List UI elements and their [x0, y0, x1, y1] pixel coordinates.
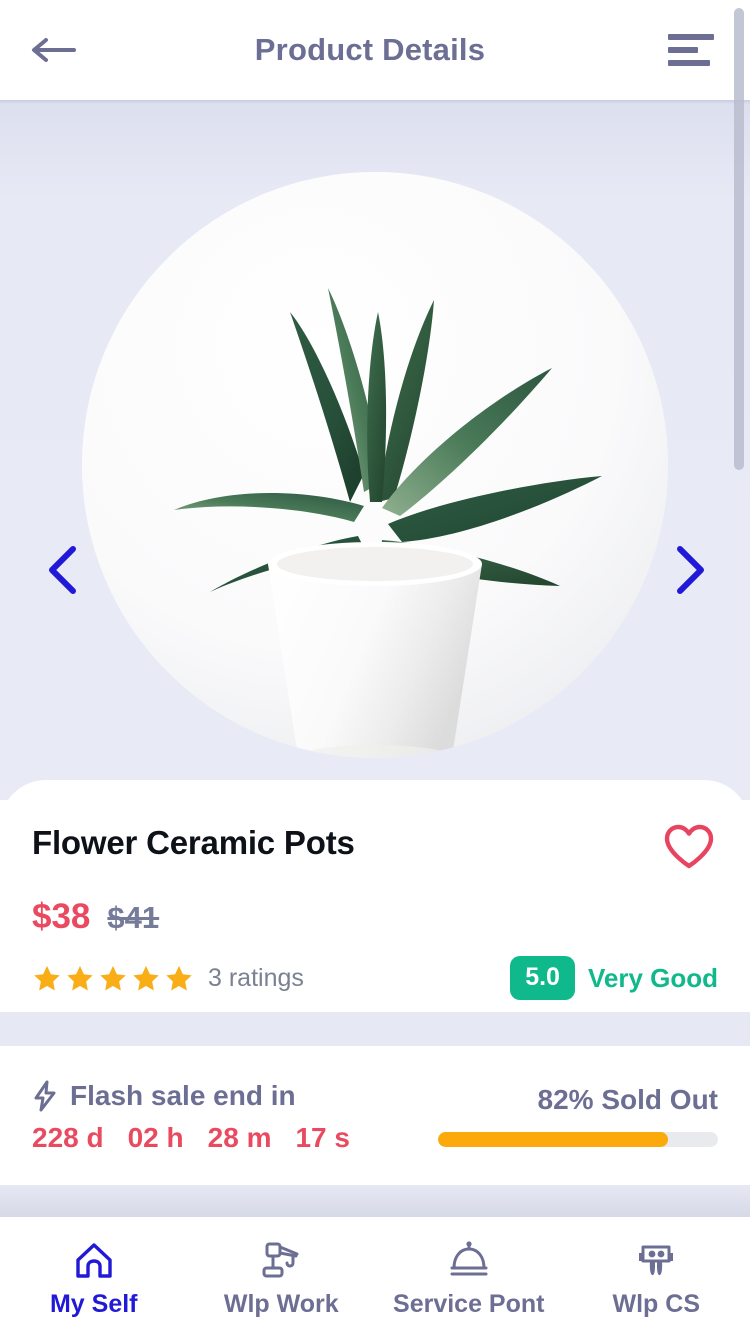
- home-icon: [72, 1239, 116, 1281]
- plant-illustration: [82, 172, 668, 758]
- score-label: Very Good: [587, 962, 718, 993]
- flash-sale-heading: Flash sale end in: [32, 1080, 350, 1112]
- star-icon: [67, 965, 93, 990]
- gallery-next-button[interactable]: [662, 542, 718, 598]
- chevron-right-icon: [677, 546, 704, 594]
- star-icon: [133, 965, 159, 990]
- service-bell-icon: [446, 1239, 492, 1281]
- flash-sale-section: Flash sale end in 228 d 02 h 28 m 17 s 8…: [0, 1046, 750, 1185]
- favorite-button[interactable]: [660, 820, 718, 874]
- page-title: Product Details: [254, 32, 486, 67]
- title-row: Flower Ceramic Pots: [32, 820, 718, 874]
- sold-out-progress: 82% Sold Out: [438, 1080, 718, 1185]
- star-rating: [32, 964, 194, 993]
- price-row: $38 $41: [32, 897, 718, 937]
- hamburger-line: [668, 60, 710, 66]
- countdown-days: 228 d: [32, 1122, 104, 1153]
- chevron-left-icon: [49, 546, 76, 594]
- product-details-screen: Product Details Flower Ceramic Pots $38 …: [0, 0, 750, 1334]
- progress-bar-fill: [438, 1132, 668, 1147]
- bottom-navigation: My Self Wlp Work Service Pont Wlp CS: [0, 1217, 750, 1334]
- product-image-gallery: [0, 100, 750, 800]
- countdown-minutes: 28 m: [207, 1122, 272, 1153]
- star-icon: [100, 965, 126, 990]
- app-header: Product Details: [0, 0, 750, 100]
- nav-item-wlp-work[interactable]: Wlp Work: [188, 1233, 376, 1319]
- flash-sale-label: Flash sale end in: [70, 1080, 296, 1111]
- score-badge: 5.0: [510, 956, 575, 1000]
- countdown: 228 d 02 h 28 m 17 s: [32, 1122, 350, 1154]
- lightning-bolt-icon: [34, 1080, 56, 1112]
- gallery-prev-button[interactable]: [34, 542, 90, 598]
- nav-label: Wlp CS: [612, 1289, 701, 1318]
- rating-row: 3 ratings 5.0 Very Good: [32, 956, 718, 1000]
- flash-sale-timer: Flash sale end in 228 d 02 h 28 m 17 s: [32, 1080, 350, 1185]
- star-icon: [166, 965, 192, 990]
- nav-label: My Self: [49, 1289, 138, 1318]
- hamburger-menu-button[interactable]: [664, 22, 720, 78]
- nav-item-service-pont[interactable]: Service Pont: [375, 1233, 563, 1319]
- bottom-gradient-band: [0, 1185, 750, 1217]
- nav-item-wlp-cs[interactable]: Wlp CS: [563, 1233, 750, 1319]
- current-price: $38: [32, 897, 91, 936]
- original-price: $41: [107, 900, 160, 935]
- countdown-seconds: 17 s: [295, 1122, 350, 1153]
- header-shadow: [0, 100, 750, 104]
- score-wrap: 5.0 Very Good: [510, 956, 718, 1000]
- nav-label: Wlp Work: [223, 1289, 339, 1318]
- sold-out-label: 82% Sold Out: [537, 1084, 718, 1115]
- crane-icon: [259, 1239, 303, 1281]
- customer-support-icon: [634, 1239, 678, 1281]
- nav-label: Service Pont: [393, 1289, 545, 1318]
- hamburger-line: [668, 34, 714, 40]
- section-divider: [0, 1012, 750, 1046]
- product-info-card: Flower Ceramic Pots $38 $41 3 ratings 5.…: [0, 780, 750, 1012]
- star-icon: [34, 965, 60, 990]
- progress-bar-track: [438, 1132, 718, 1147]
- product-image: [82, 172, 668, 758]
- heart-outline-icon: [664, 824, 714, 869]
- stars-and-count: 3 ratings: [32, 964, 304, 993]
- ratings-count: 3 ratings: [208, 963, 304, 992]
- hamburger-line: [668, 47, 698, 53]
- countdown-hours: 02 h: [127, 1122, 184, 1153]
- arrow-left-icon: [32, 38, 76, 62]
- product-title: Flower Ceramic Pots: [32, 824, 355, 861]
- nav-item-my-self[interactable]: My Self: [0, 1233, 188, 1319]
- vertical-scrollbar[interactable]: [734, 8, 744, 470]
